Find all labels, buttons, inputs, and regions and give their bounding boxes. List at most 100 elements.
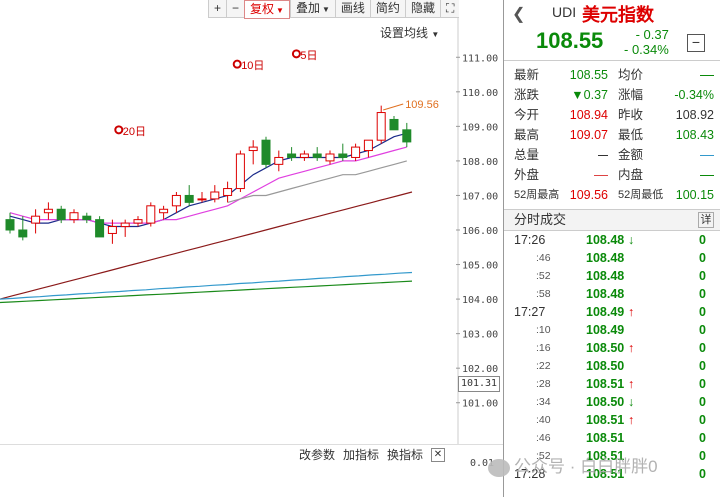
- add-indicator-button[interactable]: 加指标: [343, 446, 379, 463]
- chevron-down-icon: ▼: [276, 6, 284, 15]
- stat-value: -0.34%: [674, 88, 714, 102]
- switch-indicator-button[interactable]: 换指标: [387, 446, 423, 463]
- stat-row: 总量 金额: [504, 145, 720, 165]
- trade-volume: 0: [699, 467, 706, 481]
- ma-settings-dropdown[interactable]: 设置均线 ▼: [380, 24, 439, 41]
- zoom-out-button[interactable]: −: [226, 0, 244, 17]
- trade-volume: 0: [699, 323, 706, 337]
- simple-mode-button[interactable]: 简约: [369, 0, 405, 17]
- trade-price: 108.50: [586, 341, 625, 355]
- watermark: 公众号 · 白白胖胖0: [488, 452, 658, 477]
- quote-header: ❮ UDI 美元指数 108.55 - 0.37 - 0.34% −: [504, 0, 720, 61]
- fullscreen-icon[interactable]: ⛶: [439, 0, 459, 17]
- stat-value: [700, 145, 714, 165]
- candle-body: [389, 118, 399, 131]
- stat-label: 总量: [514, 148, 540, 162]
- ma-line: [0, 280, 413, 304]
- stat-value: 108.55: [569, 68, 608, 82]
- stat-label: 今开: [514, 108, 540, 122]
- stat-value: [700, 65, 714, 85]
- stat-value: 109.56: [569, 188, 608, 202]
- zoom-in-button[interactable]: +: [208, 0, 226, 17]
- symbol-name: 美元指数: [582, 5, 654, 25]
- y-tick-label: 106.00: [462, 226, 498, 237]
- adjust-label: 复权: [250, 2, 275, 16]
- candle-body: [171, 194, 181, 207]
- candlestick-chart[interactable]: 111.00 110.00 109.00 108.00 107.00 106.00 105.…: [0, 0, 503, 497]
- trade-row: :40 108.51 ↑ 0: [504, 411, 720, 429]
- candle-body: [210, 191, 220, 200]
- stat-value: [594, 165, 608, 185]
- candle-body: [363, 139, 373, 152]
- candle-body: [197, 198, 207, 201]
- edit-params-button[interactable]: 改参数: [299, 446, 335, 463]
- chevron-left-icon[interactable]: ❮: [512, 4, 525, 24]
- candle-body: [235, 153, 245, 190]
- candle-body: [376, 112, 386, 141]
- indicator-bar: 改参数 加指标 换指标 ✕: [0, 444, 503, 464]
- trade-price: 108.48: [586, 251, 625, 265]
- adjust-dropdown[interactable]: 复权 ▼: [244, 0, 290, 19]
- trade-time: :10: [536, 324, 551, 336]
- candle-body: [95, 219, 105, 238]
- stat-value: 108.94: [569, 108, 608, 122]
- stat-value: [598, 145, 608, 165]
- trades-list[interactable]: 17:26 108.48 ↓ 0:46 108.48 0:52 108.48 0:58 108.…: [504, 231, 720, 483]
- y-tick-label: 105.00: [462, 261, 498, 272]
- overlay-label: 叠加: [295, 1, 320, 15]
- trade-volume: 0: [699, 395, 706, 409]
- trade-time: :46: [536, 252, 551, 264]
- trade-price: 108.48: [586, 233, 625, 247]
- trade-price: 108.50: [586, 359, 625, 373]
- stat-label: 昨收: [618, 108, 644, 122]
- trade-time: :46: [536, 432, 551, 444]
- candle-body: [69, 212, 79, 221]
- arrow-down-icon: ↓: [628, 233, 635, 247]
- stat-row: 最高 109.07 最低 108.43: [504, 125, 720, 145]
- arrow-up-icon: ↑: [628, 377, 635, 391]
- stat-row: 最新 108.55 均价: [504, 65, 720, 85]
- stat-label: 涨跌: [514, 88, 540, 102]
- candle-body: [107, 226, 117, 234]
- trade-row: :58 108.48 0: [504, 285, 720, 303]
- quote-stats: 最新 108.55 均价 涨跌 ▼0.37 涨幅 -0.34% 今开 108.94 昨收 108.9…: [504, 61, 720, 210]
- trade-row: :34 108.50 ↓ 0: [504, 393, 720, 411]
- ma-line: [0, 271, 413, 300]
- trade-volume: 0: [699, 269, 706, 283]
- candle-body: [402, 129, 412, 143]
- y-tick-label: 101.00: [462, 399, 498, 410]
- overlay-dropdown[interactable]: 叠加 ▼: [289, 0, 335, 17]
- close-icon[interactable]: ✕: [431, 447, 445, 462]
- change-value: - 0.37: [635, 27, 669, 42]
- y-tick-label: 104.00: [462, 295, 498, 306]
- stat-label: 均价: [618, 68, 644, 82]
- trade-row: :46 108.48 0: [504, 249, 720, 267]
- hide-button[interactable]: 隐藏: [404, 0, 440, 17]
- trade-price: 108.48: [586, 269, 625, 283]
- candle-body: [248, 146, 258, 152]
- stat-row: 今开 108.94 昨收 108.92: [504, 105, 720, 125]
- period-marker-icon: [232, 59, 242, 69]
- y-tick-label: 107.00: [462, 191, 498, 202]
- y-tick-label: 111.00: [462, 53, 498, 64]
- trade-price: 108.51: [586, 431, 625, 445]
- symbol-code: UDI: [552, 4, 577, 20]
- candle-body: [159, 208, 169, 214]
- y-tick-label: 103.00: [462, 330, 498, 341]
- candle-body: [274, 156, 284, 165]
- candle-body: [5, 219, 15, 231]
- price-change: - 0.37 - 0.34%: [624, 27, 669, 57]
- y-tick-label: 109.00: [462, 122, 498, 133]
- trade-row: 17:27 108.49 ↑ 0: [504, 303, 720, 321]
- stat-value: 100.15: [675, 188, 714, 202]
- candle-body: [133, 219, 143, 224]
- candle-body: [312, 153, 322, 158]
- detail-button[interactable]: 详: [698, 212, 714, 228]
- collapse-button[interactable]: −: [687, 34, 705, 52]
- ma-line: [9, 146, 407, 224]
- kline-chart-panel[interactable]: 111.00 110.00 109.00 108.00 107.00 106.00 105.…: [0, 0, 503, 497]
- draw-line-button[interactable]: 画线: [334, 0, 370, 17]
- y-tick-label: 108.00: [462, 157, 498, 168]
- candle-body: [184, 194, 194, 203]
- candle-body: [325, 153, 335, 162]
